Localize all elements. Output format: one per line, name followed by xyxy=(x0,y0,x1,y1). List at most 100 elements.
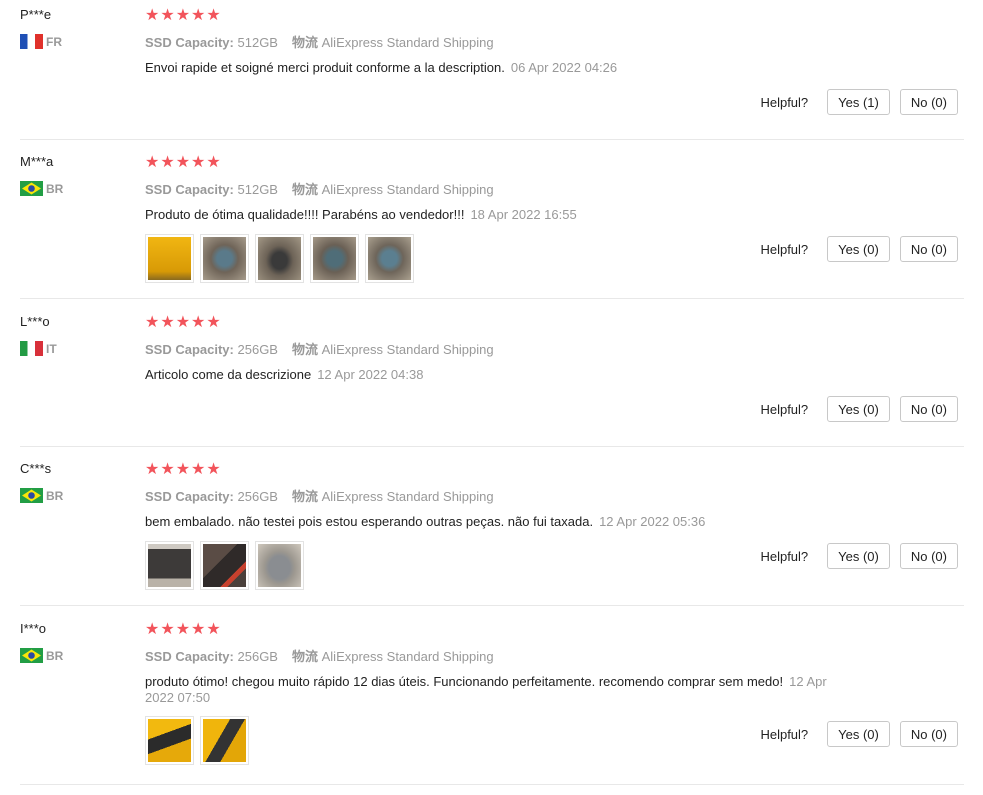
flag-br-icon xyxy=(20,488,43,503)
star-rating: ★★★★★ xyxy=(145,7,222,24)
ssd-photo-icon xyxy=(203,237,246,280)
helpful-label: Helpful? xyxy=(760,548,809,564)
helpful-label: Helpful? xyxy=(760,726,809,742)
review-photo-thumbnail[interactable] xyxy=(255,541,304,590)
review-content: Articolo come da descrizione 12 Apr 2022 … xyxy=(145,367,850,383)
flag-fr-icon xyxy=(20,34,43,49)
review-photo-thumbnail[interactable] xyxy=(310,234,359,283)
helpful-vote: Helpful? Yes (0) No (0) xyxy=(760,721,958,747)
review-content: Produto de ótima qualidade!!!! Parabéns … xyxy=(145,207,850,223)
yellow-package-photo-icon xyxy=(148,237,191,280)
shipping-key: 物流 xyxy=(291,649,318,664)
ssd-box-photo-icon xyxy=(148,544,191,587)
shipping-key: 物流 xyxy=(291,35,318,50)
shipping-value: AliExpress Standard Shipping xyxy=(321,342,494,357)
helpful-label: Helpful? xyxy=(760,241,809,257)
review-date: 18 Apr 2022 16:55 xyxy=(470,207,577,222)
star-rating: ★★★★★ xyxy=(145,621,222,638)
review-photo-thumbnail[interactable] xyxy=(145,541,194,590)
review-photo-thumbnail[interactable] xyxy=(145,716,194,765)
helpful-vote: Helpful? Yes (1) No (0) xyxy=(760,89,958,115)
review-content: produto ótimo! chegou muito rápido 12 di… xyxy=(145,674,850,706)
helpful-no-button[interactable]: No (0) xyxy=(899,721,958,747)
shipping-value: AliExpress Standard Shipping xyxy=(321,182,494,197)
helpful-vote: Helpful? Yes (0) No (0) xyxy=(760,236,958,262)
review-user: L***o IT xyxy=(20,314,57,356)
flag-it-icon xyxy=(20,341,43,356)
review-photo-thumbnail[interactable] xyxy=(255,234,304,283)
ssd-box-photo-icon xyxy=(258,544,301,587)
user-country: FR xyxy=(20,34,62,49)
sku-key: SSD Capacity: xyxy=(145,182,234,197)
sku-key: SSD Capacity: xyxy=(145,489,234,504)
ssd-photo-icon xyxy=(313,237,356,280)
helpful-yes-button[interactable]: Yes (0) xyxy=(827,721,890,747)
helpful-no-button[interactable]: No (0) xyxy=(899,89,958,115)
sku-value: 512GB xyxy=(237,182,278,197)
star-rating: ★★★★★ xyxy=(145,461,222,478)
review-date: 12 Apr 2022 05:36 xyxy=(599,514,706,529)
user-country: BR xyxy=(20,648,63,663)
sku-value: 256GB xyxy=(237,489,278,504)
user-country: BR xyxy=(20,181,63,196)
review-photo-thumbnail[interactable] xyxy=(200,541,249,590)
helpful-no-button[interactable]: No (0) xyxy=(899,236,958,262)
review-item: M***a BR ★★★★★ SSD Capacity: 512GB 物流 Ali… xyxy=(20,147,964,299)
helpful-yes-button[interactable]: Yes (0) xyxy=(827,236,890,262)
yellow-package-photo-icon xyxy=(148,719,191,762)
sku-value: 256GB xyxy=(237,342,278,357)
shipping-key: 物流 xyxy=(291,489,318,504)
review-sku-info: SSD Capacity: 256GB 物流 AliExpress Standar… xyxy=(145,339,964,358)
review-text: produto ótimo! chegou muito rápido 12 di… xyxy=(145,674,784,689)
shipping-value: AliExpress Standard Shipping xyxy=(321,649,494,664)
review-user: P***e FR xyxy=(20,7,62,49)
review-user: C***s BR xyxy=(20,461,63,503)
helpful-yes-button[interactable]: Yes (0) xyxy=(827,396,890,422)
review-photo-thumbnail[interactable] xyxy=(145,234,194,283)
review-photo-thumbnail[interactable] xyxy=(200,716,249,765)
sku-key: SSD Capacity: xyxy=(145,342,234,357)
helpful-no-button[interactable]: No (0) xyxy=(899,543,958,569)
review-item: P***e FR ★★★★★ SSD Capacity: 512GB 物流 Ali… xyxy=(20,0,964,140)
country-code: BR xyxy=(46,488,64,503)
review-main: ★★★★★ SSD Capacity: 256GB 物流 AliExpress S… xyxy=(145,462,964,590)
review-photo-thumbnail[interactable] xyxy=(200,234,249,283)
user-name: C***s xyxy=(20,461,52,476)
user-name: M***a xyxy=(20,154,54,169)
review-sku-info: SSD Capacity: 512GB 物流 AliExpress Standar… xyxy=(145,32,964,51)
review-text: bem embalado. não testei pois estou espe… xyxy=(145,514,594,529)
sku-key: SSD Capacity: xyxy=(145,649,234,664)
shipping-value: AliExpress Standard Shipping xyxy=(321,35,494,50)
country-code: IT xyxy=(46,341,57,356)
review-sku-info: SSD Capacity: 256GB 物流 AliExpress Standar… xyxy=(145,486,964,505)
helpful-label: Helpful? xyxy=(760,401,809,417)
user-name: L***o xyxy=(20,314,50,329)
sku-key: SSD Capacity: xyxy=(145,35,234,50)
helpful-yes-button[interactable]: Yes (1) xyxy=(827,89,890,115)
review-main: ★★★★★ SSD Capacity: 512GB 物流 AliExpress S… xyxy=(145,8,964,76)
helpful-no-button[interactable]: No (0) xyxy=(899,396,958,422)
country-code: BR xyxy=(46,181,64,196)
review-text: Articolo come da descrizione xyxy=(145,367,312,382)
ssd-box-photo-icon xyxy=(203,544,246,587)
sku-value: 256GB xyxy=(237,649,278,664)
review-item: I***o BR ★★★★★ SSD Capacity: 256GB 物流 Ali… xyxy=(20,614,964,785)
review-item: C***s BR ★★★★★ SSD Capacity: 256GB 物流 Ali… xyxy=(20,454,964,606)
review-main: ★★★★★ SSD Capacity: 256GB 物流 AliExpress S… xyxy=(145,315,964,383)
review-text: Envoi rapide et soigné merci produit con… xyxy=(145,60,505,75)
country-code: BR xyxy=(46,648,64,663)
helpful-label: Helpful? xyxy=(760,94,809,110)
user-name: I***o xyxy=(20,621,47,636)
helpful-vote: Helpful? Yes (0) No (0) xyxy=(760,543,958,569)
review-photo-thumbnail[interactable] xyxy=(365,234,414,283)
flag-br-icon xyxy=(20,648,43,663)
review-sku-info: SSD Capacity: 512GB 物流 AliExpress Standar… xyxy=(145,179,964,198)
review-content: Envoi rapide et soigné merci produit con… xyxy=(145,60,850,76)
review-content: bem embalado. não testei pois estou espe… xyxy=(145,514,850,530)
review-item: L***o IT ★★★★★ SSD Capacity: 256GB 物流 Ali… xyxy=(20,307,964,447)
review-date: 06 Apr 2022 04:26 xyxy=(510,60,618,75)
shipping-key: 物流 xyxy=(291,182,318,197)
review-date: 12 Apr 2022 04:38 xyxy=(317,367,424,382)
review-user: M***a BR xyxy=(20,154,63,196)
helpful-yes-button[interactable]: Yes (0) xyxy=(827,543,890,569)
